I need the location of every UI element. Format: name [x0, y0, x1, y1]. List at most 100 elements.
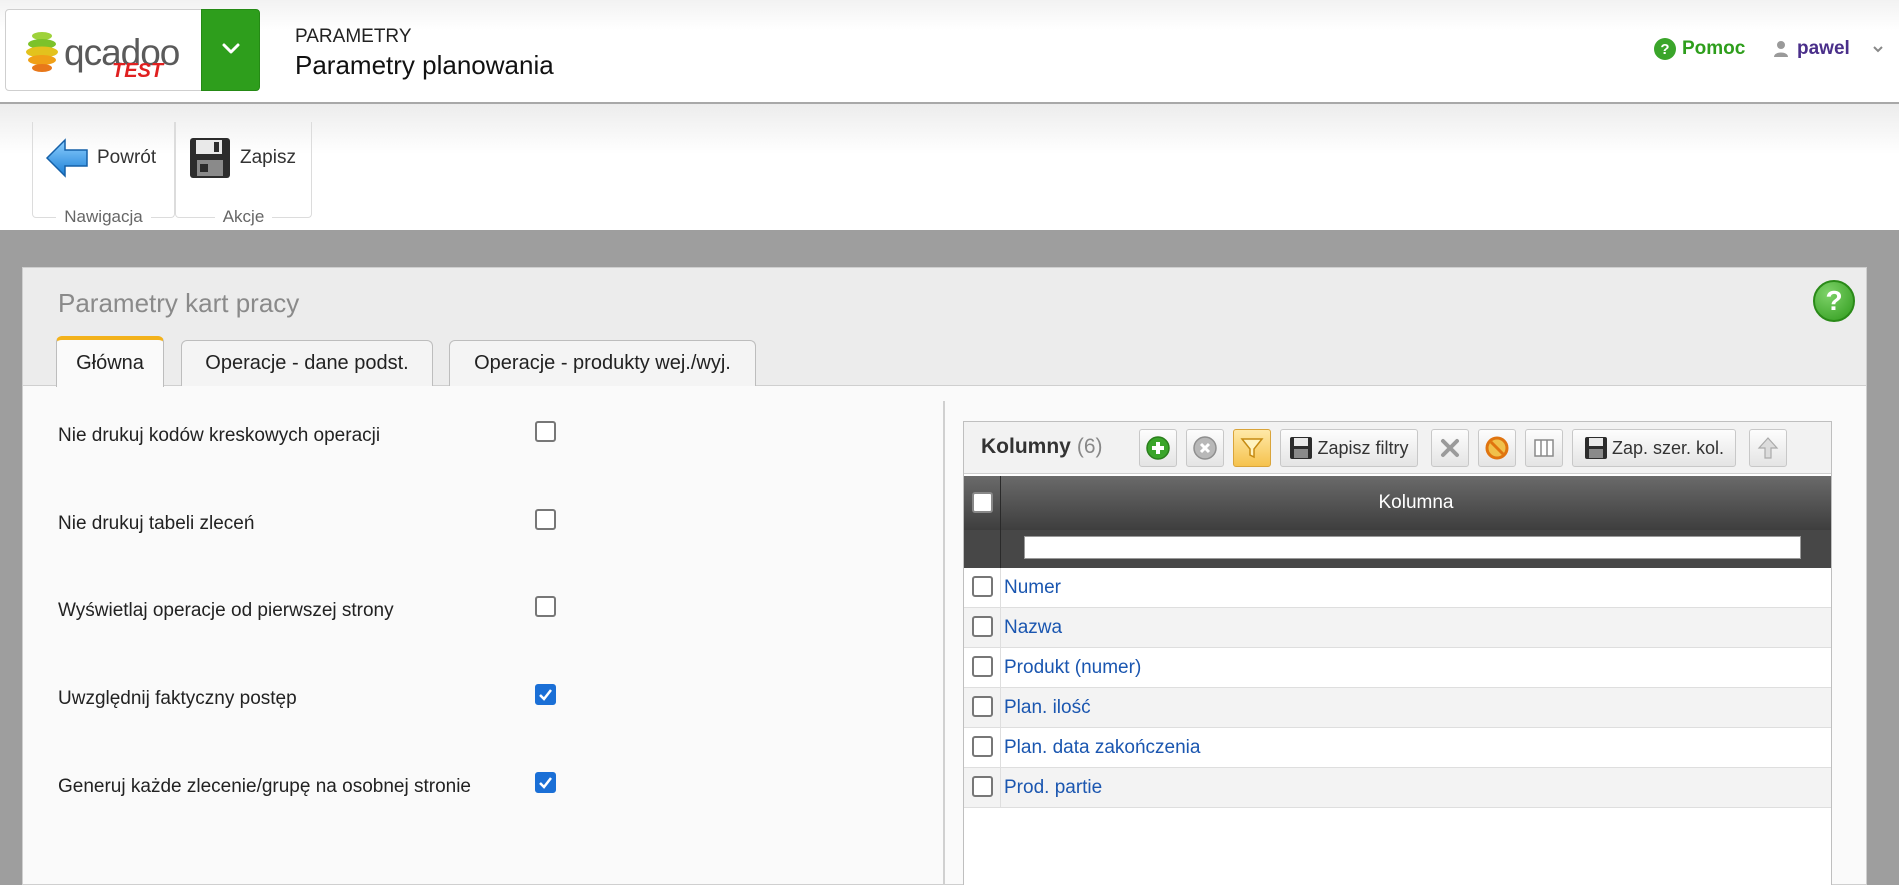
user-icon: [1774, 41, 1788, 57]
columns-grid: Kolumny (6) Zapisz filtry Zap. szer. kol…: [963, 421, 1832, 885]
column-filter-input[interactable]: [1024, 536, 1801, 559]
ribbon-group-label: Akcje: [176, 207, 311, 227]
panel-header: Parametry kart pracy ? Główna Operacje -…: [23, 268, 1866, 387]
back-arrow-icon: [45, 138, 88, 178]
plus-icon: [1146, 436, 1170, 460]
option-checkbox-first-page[interactable]: [535, 596, 556, 617]
save-button-label: Zapisz: [240, 147, 296, 168]
row-link[interactable]: Plan. data zakończenia: [1004, 737, 1200, 759]
option-label: Wyświetlaj operacje od pierwszej strony: [58, 600, 394, 621]
app-logo[interactable]: qcadoo TEST: [5, 9, 202, 91]
row-separator: [1000, 688, 1001, 728]
row-link[interactable]: Plan. ilość: [1004, 697, 1091, 719]
row-separator: [1000, 728, 1001, 768]
floppy-icon: [1290, 437, 1313, 459]
logo-rings-icon: [26, 32, 58, 72]
option-checkbox-barcodes[interactable]: [535, 421, 556, 442]
help-link[interactable]: ? Pomoc: [1654, 38, 1745, 60]
page-title: Parametry planowania: [295, 50, 554, 80]
panel-title: Parametry kart pracy: [58, 288, 300, 318]
ribbon-group-label: Nawigacja: [33, 207, 174, 227]
option-checkbox-actual-progress[interactable]: [535, 684, 556, 705]
columns-button[interactable]: [1525, 429, 1563, 467]
user-name: pawel: [1797, 38, 1850, 59]
select-all-checkbox[interactable]: [972, 492, 993, 513]
ribbon-toolbar: Powrót Nawigacja Zapisz Akcje: [0, 104, 1899, 230]
question-icon: ?: [1654, 38, 1676, 60]
row-separator: [1000, 608, 1001, 648]
move-up-button[interactable]: [1749, 429, 1787, 467]
close-icon: [1441, 439, 1459, 457]
option-label: Nie drukuj tabeli zleceń: [58, 513, 255, 534]
table-row[interactable]: Produkt (numer): [964, 648, 1831, 688]
arrow-up-icon: [1757, 437, 1779, 459]
tab-label: Operacje - dane podst.: [205, 352, 409, 374]
chevron-down-icon: [1873, 46, 1883, 53]
table-row[interactable]: Numer: [964, 568, 1831, 608]
floppy-icon: [190, 138, 230, 178]
check-icon: [539, 689, 552, 701]
grid-count: (6): [1076, 435, 1103, 458]
row-checkbox[interactable]: [972, 616, 993, 637]
floppy-icon: [1584, 437, 1607, 459]
row-separator: [1000, 648, 1001, 688]
save-column-widths-button[interactable]: Zap. szer. kol.: [1572, 429, 1736, 467]
grid-toolbar: Kolumny (6) Zapisz filtry Zap. szer. kol…: [964, 422, 1831, 474]
row-separator: [1000, 768, 1001, 808]
row-checkbox[interactable]: [972, 656, 993, 677]
top-header: qcadoo TEST PARAMETRY Parametry planowan…: [0, 0, 1899, 104]
tab-glowna[interactable]: Główna: [56, 336, 164, 387]
add-row-button[interactable]: [1139, 429, 1177, 467]
filter-icon: [1240, 438, 1264, 459]
back-button-label: Powrót: [97, 147, 157, 168]
table-row[interactable]: Plan. data zakończenia: [964, 728, 1831, 768]
row-checkbox[interactable]: [972, 576, 993, 597]
page-section: PARAMETRY: [295, 26, 412, 47]
column-divider: [943, 401, 945, 885]
column-header-kolumna[interactable]: Kolumna: [1001, 476, 1831, 530]
table-row[interactable]: Nazwa: [964, 608, 1831, 648]
clear-filters-button[interactable]: [1431, 429, 1469, 467]
tab-label: Operacje - produkty wej./wyj.: [474, 352, 731, 374]
check-icon: [539, 777, 552, 789]
back-button[interactable]: Powrót: [45, 136, 156, 180]
table-row[interactable]: Prod. partie: [964, 768, 1831, 808]
question-icon[interactable]: ?: [1813, 280, 1855, 322]
row-checkbox[interactable]: [972, 736, 993, 757]
option-checkbox-separate-page[interactable]: [535, 772, 556, 793]
work-cards-panel: Parametry kart pracy ? Główna Operacje -…: [22, 267, 1867, 885]
save-filters-label: Zapisz filtry: [1317, 437, 1409, 458]
save-filters-button[interactable]: Zapisz filtry: [1280, 429, 1418, 467]
table-row[interactable]: Plan. ilość: [964, 688, 1831, 728]
app-menu-toggle[interactable]: [201, 9, 260, 91]
row-checkbox[interactable]: [972, 696, 993, 717]
row-separator: [1000, 568, 1001, 608]
remove-row-button[interactable]: [1186, 429, 1224, 467]
tab-operacje-dane[interactable]: Operacje - dane podst.: [181, 340, 433, 386]
save-widths-label: Zap. szer. kol.: [1611, 437, 1725, 458]
cancel-sort-button[interactable]: [1478, 429, 1516, 467]
help-label: Pomoc: [1682, 38, 1746, 59]
filter-toggle-button[interactable]: [1233, 429, 1271, 467]
grid-filter-row: [964, 530, 1831, 568]
logo-test-badge: TEST: [112, 60, 164, 82]
row-link[interactable]: Prod. partie: [1004, 777, 1102, 799]
tab-label: Główna: [76, 352, 144, 374]
row-link[interactable]: Numer: [1004, 577, 1061, 599]
ribbon-group-navigation: Powrót Nawigacja: [32, 122, 175, 226]
option-label: Nie drukuj kodów kreskowych operacji: [58, 425, 381, 446]
chevron-down-icon: [222, 43, 240, 54]
tab-operacje-produkty[interactable]: Operacje - produkty wej./wyj.: [449, 340, 756, 386]
columns-icon: [1534, 439, 1554, 457]
row-checkbox[interactable]: [972, 776, 993, 797]
option-checkbox-orders-table[interactable]: [535, 509, 556, 530]
cancel-icon: [1485, 436, 1509, 460]
remove-icon: [1193, 436, 1217, 460]
ribbon-group-actions: Zapisz Akcje: [175, 122, 312, 226]
option-label: Uwzględnij faktyczny postęp: [58, 688, 297, 709]
row-link[interactable]: Nazwa: [1004, 617, 1062, 639]
row-link[interactable]: Produkt (numer): [1004, 657, 1141, 679]
grid-title: Kolumny (6): [981, 435, 1103, 458]
save-button[interactable]: Zapisz: [188, 136, 296, 180]
user-menu[interactable]: pawel: [1773, 38, 1884, 60]
